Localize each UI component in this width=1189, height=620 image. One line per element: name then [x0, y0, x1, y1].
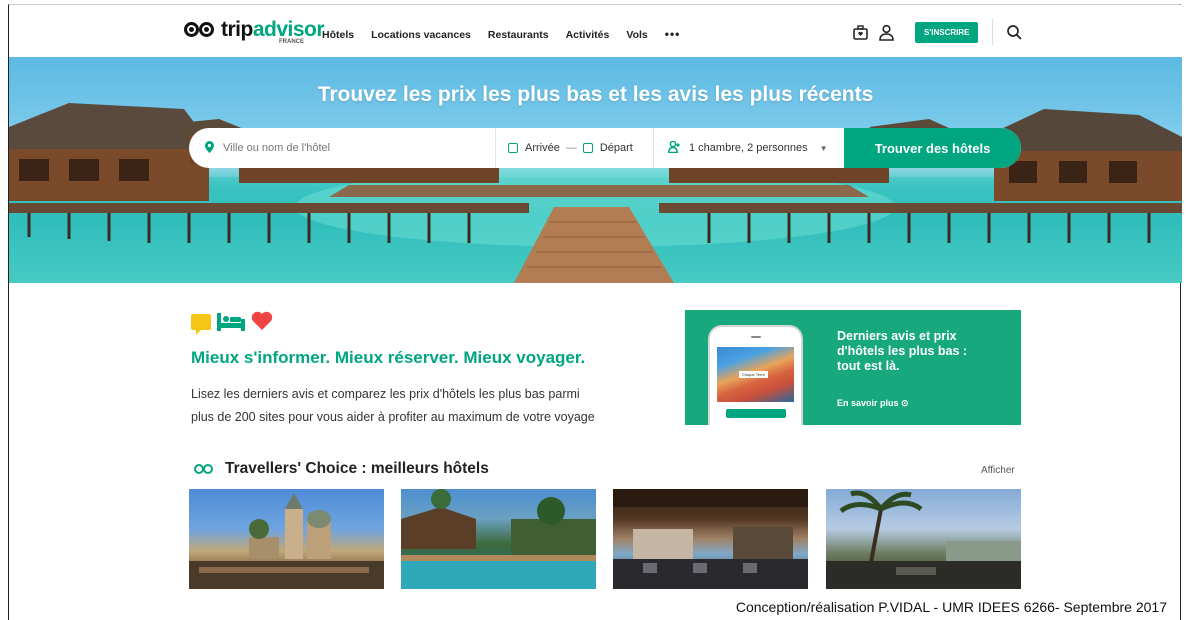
- promo-text-line: d'hôtels les plus bas :: [837, 344, 968, 358]
- feature-icons: [191, 311, 273, 335]
- phone-illustration: Cinque Terre: [708, 325, 803, 425]
- calendar-icon: [508, 143, 518, 153]
- menu-more-icon[interactable]: •••: [665, 28, 681, 41]
- browser-frame: tripadvisor FRANCE Hôtels Locations vaca…: [8, 4, 1182, 620]
- speech-bubble-icon: [191, 313, 211, 335]
- guests-value: 1 chambre, 2 personnes: [689, 142, 808, 154]
- chevron-down-icon: ▼: [819, 143, 828, 153]
- promo-text-line: tout est là.: [837, 359, 900, 373]
- section-title: Travellers' Choice : meilleurs hôtels: [225, 460, 489, 477]
- destination-placeholder: Ville ou nom de l'hôtel: [223, 142, 331, 154]
- feature-description: Lisez les derniers avis et comparez les …: [191, 383, 681, 429]
- logo-wordmark: tripadvisor: [221, 18, 325, 41]
- main-menu: Hôtels Locations vacances Restaurants Ac…: [322, 28, 697, 41]
- menu-item-vols[interactable]: Vols: [626, 29, 647, 41]
- promo-text: Derniers avis et prix d'hôtels les plus …: [837, 329, 1007, 374]
- logo-country: FRANCE: [279, 39, 304, 45]
- bed-icon: [217, 312, 245, 331]
- departure-date[interactable]: Départ: [600, 142, 633, 154]
- owl-logo-icon: [184, 20, 218, 38]
- hotel-photo-tile[interactable]: [613, 489, 808, 589]
- find-hotels-button[interactable]: Trouver des hôtels: [844, 128, 1021, 168]
- user-icon[interactable]: [875, 21, 897, 43]
- map-pin-icon: [205, 140, 214, 156]
- tripadvisor-logo[interactable]: tripadvisor FRANCE: [184, 18, 325, 45]
- learn-more-link[interactable]: En savoir plus ⊙: [837, 398, 909, 409]
- date-separator: —: [565, 142, 577, 154]
- nav-actions: S'INSCRIRE: [849, 19, 1029, 45]
- top-nav: tripadvisor FRANCE Hôtels Locations vaca…: [9, 5, 1182, 57]
- phone-screen-label: Cinque Terre: [739, 371, 768, 378]
- calendar-icon: [582, 143, 593, 153]
- menu-item-hotels[interactable]: Hôtels: [322, 29, 354, 41]
- suitcase-heart-icon[interactable]: [849, 21, 871, 43]
- hotel-photo-tile[interactable]: [189, 489, 384, 589]
- guests-selector[interactable]: 1 chambre, 2 personnes ▼: [654, 128, 844, 168]
- guests-icon: [668, 140, 681, 156]
- travellers-choice-header: Travellers' Choice : meilleurs hôtels: [191, 460, 489, 478]
- menu-item-restaurants[interactable]: Restaurants: [488, 29, 549, 41]
- signup-button[interactable]: S'INSCRIRE: [915, 21, 979, 43]
- hero-banner: Trouvez les prix les plus bas et les avi…: [9, 57, 1182, 283]
- search-icon[interactable]: [1003, 21, 1025, 43]
- mobile-app-promo[interactable]: Cinque Terre Derniers avis et prix d'hôt…: [685, 310, 1021, 425]
- dates-field[interactable]: Arrivée — Départ: [496, 128, 654, 168]
- arrival-date[interactable]: Arrivée: [525, 142, 560, 154]
- description-line: Lisez les derniers avis et comparez les …: [191, 387, 580, 401]
- description-line: plus de 200 sites pour vous aider à prof…: [191, 410, 595, 424]
- hero-title: Trouvez les prix les plus bas et les avi…: [317, 83, 874, 106]
- hotel-photo-tile[interactable]: [826, 489, 1021, 589]
- hotel-search-bar: Ville ou nom de l'hôtel Arrivée — Départ…: [189, 128, 1021, 168]
- travellers-choice-icon: [191, 461, 217, 477]
- tagline: Mieux s'informer. Mieux réserver. Mieux …: [191, 348, 586, 367]
- heart-icon: [251, 311, 273, 332]
- menu-item-locations-vacances[interactable]: Locations vacances: [371, 29, 471, 41]
- destination-field[interactable]: Ville ou nom de l'hôtel: [189, 128, 496, 168]
- show-more-link[interactable]: Afficher: [981, 465, 1015, 476]
- phone-screen-image: Cinque Terre: [717, 347, 794, 402]
- promo-text-line: Derniers avis et prix: [837, 329, 957, 343]
- menu-item-activites[interactable]: Activités: [566, 29, 610, 41]
- hotel-photo-tile[interactable]: [401, 489, 596, 589]
- nav-divider: [992, 19, 994, 45]
- credit-caption: Conception/réalisation P.VIDAL - UMR IDE…: [733, 598, 1169, 616]
